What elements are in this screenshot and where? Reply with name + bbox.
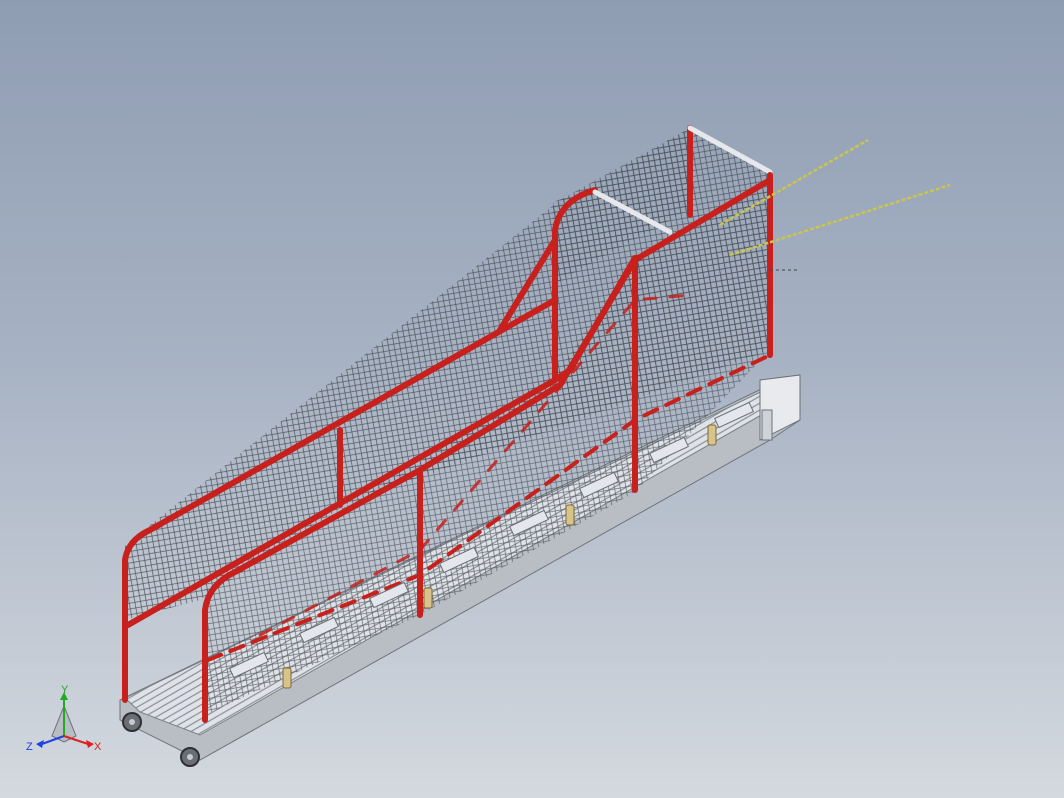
latch (565, 504, 575, 526)
latch (707, 424, 717, 446)
cad-viewport[interactable]: Y X Z (0, 0, 1064, 798)
axis-triad: Y X Z (26, 684, 102, 753)
support-leg (761, 409, 773, 441)
latch (282, 667, 292, 689)
stair-platform-model[interactable] (0, 0, 1064, 798)
x-axis-label: X (94, 741, 102, 753)
z-axis-label: Z (26, 741, 33, 753)
latch (423, 587, 433, 609)
y-axis-label: Y (61, 684, 69, 696)
